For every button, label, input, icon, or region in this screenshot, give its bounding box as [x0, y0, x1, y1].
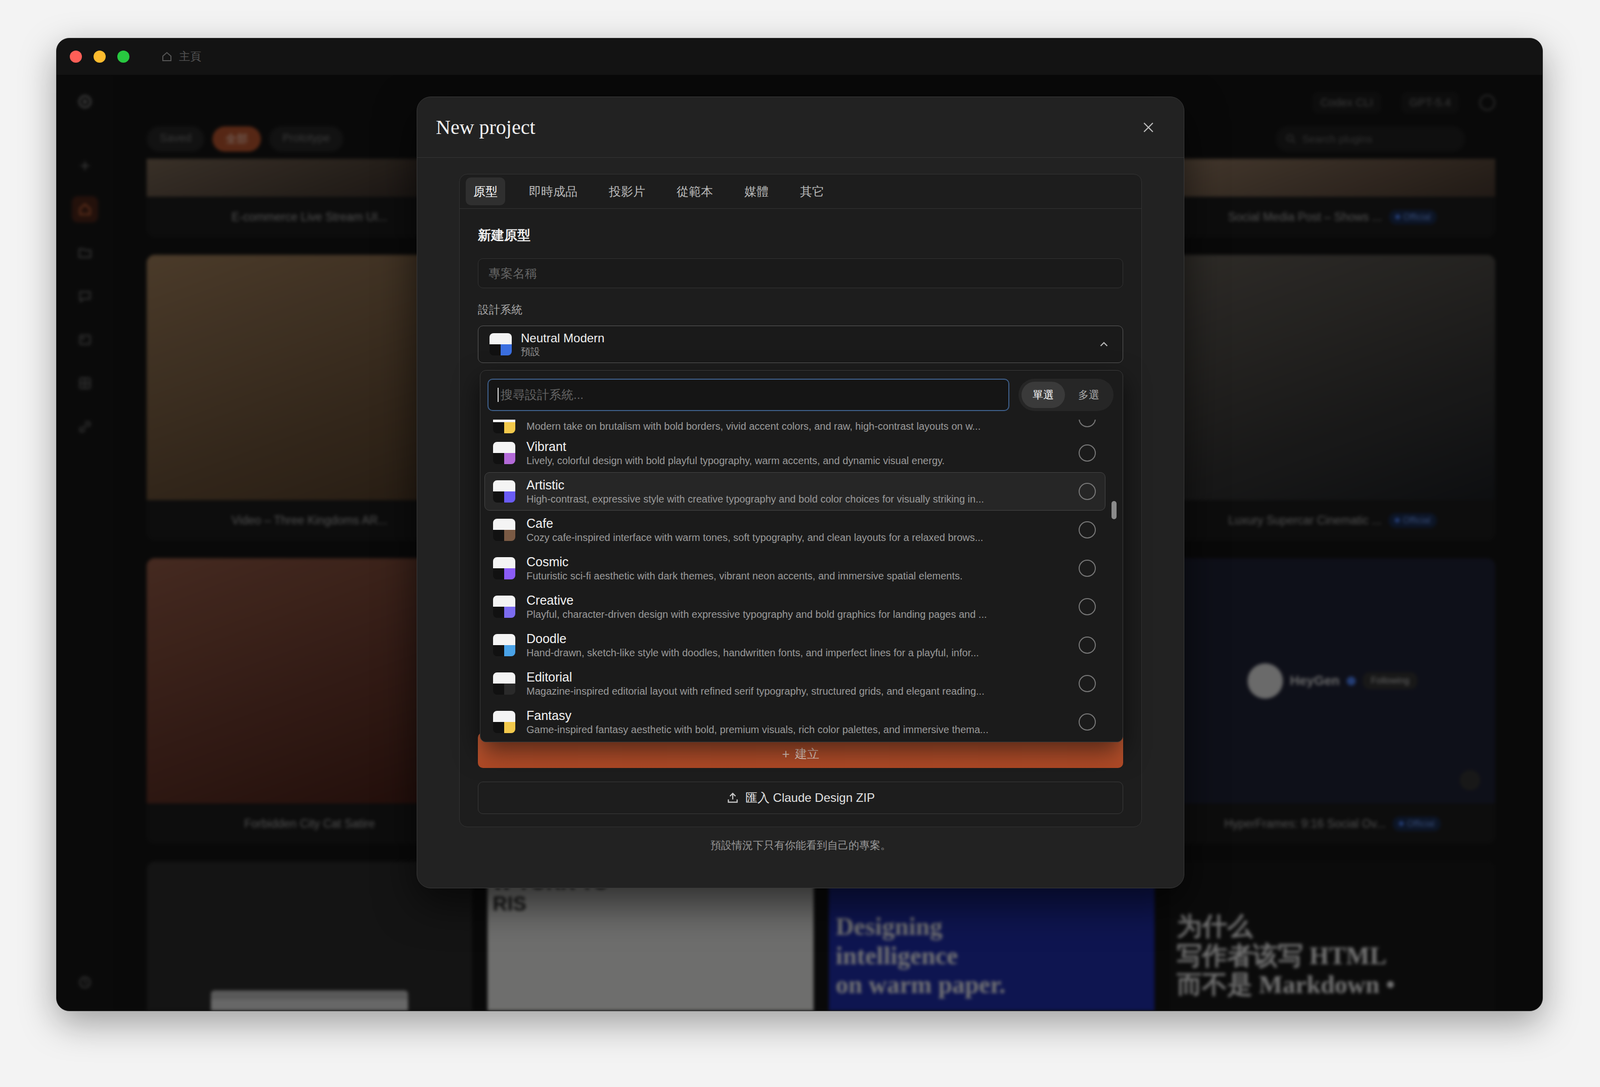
- stage: Codex CLIGPT-5.4 Saved全部Prototype Search…: [56, 74, 1543, 1011]
- tab[interactable]: 即時成品: [521, 177, 586, 206]
- mode-option[interactable]: 單選: [1021, 381, 1065, 409]
- option-name: Vibrant: [526, 438, 1068, 455]
- desktop: 主頁 Codex CLIGPT-5.4 Saved全部Prototype Sea…: [0, 0, 1600, 1087]
- close-window-button[interactable]: [69, 50, 82, 63]
- option-description: Magazine-inspired editorial layout with …: [526, 684, 1068, 698]
- form-heading: 新建原型: [477, 226, 1124, 245]
- import-zip-button[interactable]: 匯入 Claude Design ZIP: [477, 781, 1124, 815]
- design-system-icon: [493, 518, 516, 542]
- dialog-header: New project: [417, 97, 1184, 158]
- design-system-label: 設計系統: [477, 303, 1124, 317]
- mode-option[interactable]: 多選: [1067, 381, 1111, 409]
- option-description: Cozy cafe-inspired interface with warm t…: [526, 530, 1068, 545]
- upload-icon: [726, 791, 740, 805]
- dialog-body: 原型即時成品投影片從範本媒體其它 新建原型 專案名稱 設計系統 Neutral …: [417, 157, 1184, 888]
- design-system-icon: [493, 557, 516, 580]
- design-system-option[interactable]: Fantasy Game-inspired fantasy aesthetic …: [484, 702, 1106, 742]
- option-name: Editorial: [526, 669, 1068, 685]
- design-system-icon: [493, 441, 516, 465]
- home-icon: [160, 50, 173, 63]
- design-system-option[interactable]: Cosmic Futuristic sci-fi aesthetic with …: [484, 549, 1106, 588]
- option-description: Hand-drawn, sketch-like style with doodl…: [526, 646, 1068, 660]
- design-system-icon: [493, 634, 516, 657]
- minimize-window-button[interactable]: [93, 50, 106, 63]
- design-system-menu: 搜尋設計系統... 單選多選 Modern take on brutalism …: [479, 370, 1124, 743]
- option-name: Creative: [526, 592, 1068, 608]
- design-system-icon: [489, 333, 512, 356]
- design-system-option[interactable]: Creative Playful, character-driven desig…: [484, 587, 1106, 627]
- tab[interactable]: 從範本: [669, 177, 721, 206]
- new-project-dialog: New project 原型即時成品投影片從範本媒體其它 新建原型 專案名稱 設…: [416, 96, 1185, 889]
- design-system-icon: [493, 595, 516, 618]
- radio-button[interactable]: [1078, 444, 1096, 462]
- design-system-icon: [493, 710, 516, 734]
- tab[interactable]: 媒體: [736, 177, 777, 206]
- menu-toolbar: 搜尋設計系統... 單選多選: [480, 370, 1123, 420]
- radio-button[interactable]: [1078, 521, 1096, 539]
- option-name: Cafe: [526, 515, 1068, 531]
- scrollbar[interactable]: [1105, 419, 1123, 742]
- selected-system-note: 預設: [520, 345, 1089, 359]
- option-name: Cosmic: [526, 554, 1068, 570]
- radio-button[interactable]: [1078, 675, 1096, 693]
- design-system-icon: [493, 419, 516, 434]
- option-description: Lively, colorful design with bold playfu…: [526, 454, 1068, 468]
- design-system-option[interactable]: Artistic High-contrast, expressive style…: [484, 472, 1106, 511]
- app-window: 主頁 Codex CLIGPT-5.4 Saved全部Prototype Sea…: [56, 37, 1543, 1012]
- option-name: Artistic: [526, 477, 1068, 493]
- design-system-search[interactable]: 搜尋設計系統...: [487, 378, 1010, 412]
- design-system-option[interactable]: Doodle Hand-drawn, sketch-like style wit…: [484, 626, 1106, 665]
- design-system-option[interactable]: Modern take on brutalism with bold borde…: [484, 419, 1106, 434]
- design-system-option[interactable]: Editorial Magazine-inspired editorial la…: [484, 664, 1106, 703]
- option-description: High-contrast, expressive style with cre…: [526, 492, 1068, 506]
- option-name: Doodle: [526, 631, 1068, 647]
- option-description: Futuristic sci-fi aesthetic with dark th…: [526, 569, 1068, 583]
- design-system-picker: Neutral Modern 預設 搜尋設計系統... 單選多選 Modern …: [477, 325, 1124, 364]
- radio-button[interactable]: [1078, 598, 1096, 616]
- option-description: Game-inspired fantasy aesthetic with bol…: [526, 723, 1068, 737]
- design-system-select[interactable]: Neutral Modern 預設: [477, 325, 1124, 364]
- zoom-window-button[interactable]: [117, 50, 130, 63]
- close-icon[interactable]: [1140, 119, 1157, 136]
- tab[interactable]: 投影片: [601, 177, 653, 206]
- selected-system-name: Neutral Modern: [520, 330, 1089, 346]
- design-system-list: Modern take on brutalism with bold borde…: [480, 419, 1123, 742]
- option-description: Modern take on brutalism with bold borde…: [526, 419, 1068, 434]
- radio-button[interactable]: [1078, 636, 1096, 654]
- design-system-option[interactable]: Vibrant Lively, colorful design with bol…: [484, 433, 1106, 473]
- tab[interactable]: 原型: [465, 177, 506, 206]
- radio-button[interactable]: [1078, 482, 1096, 501]
- option-name: Fantasy: [526, 707, 1068, 724]
- design-system-option[interactable]: Cafe Cozy cafe-inspired interface with w…: [484, 510, 1106, 550]
- window-controls: [69, 50, 130, 63]
- radio-button[interactable]: [1078, 419, 1096, 428]
- project-name-input[interactable]: 專案名稱: [477, 258, 1124, 289]
- form: 新建原型 專案名稱 設計系統 Neutral Modern 預設 搜尋設計系統.…: [459, 208, 1142, 827]
- radio-button[interactable]: [1078, 559, 1096, 577]
- tab-bar: 原型即時成品投影片從範本媒體其它: [459, 174, 1142, 209]
- title-bar: 主頁: [56, 38, 1543, 75]
- option-description: Playful, character-driven design with ex…: [526, 607, 1068, 621]
- chevron-icon: [1097, 337, 1111, 351]
- radio-button[interactable]: [1078, 713, 1096, 731]
- tab[interactable]: 其它: [792, 177, 832, 206]
- design-system-icon: [493, 480, 516, 503]
- project-panel: 原型即時成品投影片從範本媒體其它 新建原型 專案名稱 設計系統 Neutral …: [459, 173, 1142, 828]
- window-title: 主頁: [179, 49, 202, 65]
- privacy-note: 預設情況下只有你能看到自己的專案。: [459, 838, 1142, 853]
- dialog-title: New project: [435, 115, 536, 140]
- scrollbar-thumb[interactable]: [1111, 501, 1117, 520]
- selection-mode: 單選多選: [1018, 378, 1114, 412]
- design-system-icon: [493, 672, 516, 695]
